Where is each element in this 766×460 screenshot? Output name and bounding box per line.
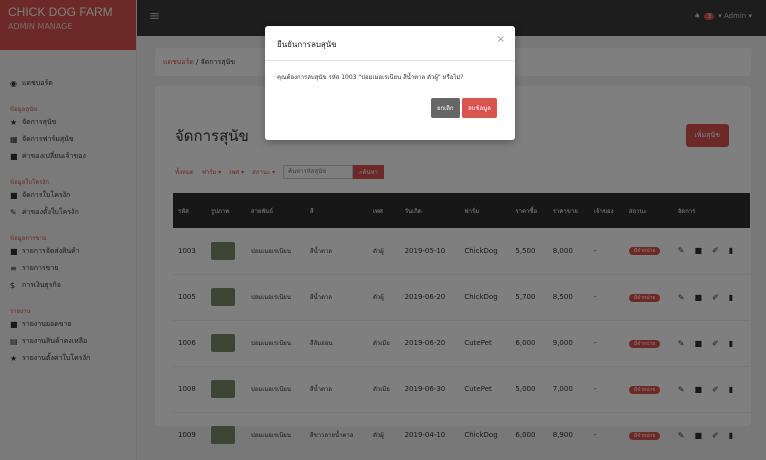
- modal-divider: [265, 60, 515, 61]
- delete-button[interactable]: ลบข้อมูล: [462, 98, 497, 118]
- delete-confirm-modal: ยืนยันการลบสุนัข × คุณต้องการลบสุนัข รหั…: [265, 26, 515, 140]
- modal-title: ยืนยันการลบสุนัข: [277, 40, 337, 49]
- modal-message: คุณต้องการลบสุนัข รหัส 1003 "ปอมเมอเรเนี…: [277, 74, 464, 81]
- modal-backdrop-sidebar[interactable]: [0, 0, 137, 460]
- cancel-button[interactable]: ยกเลิก: [431, 98, 460, 118]
- close-icon[interactable]: ×: [497, 34, 505, 45]
